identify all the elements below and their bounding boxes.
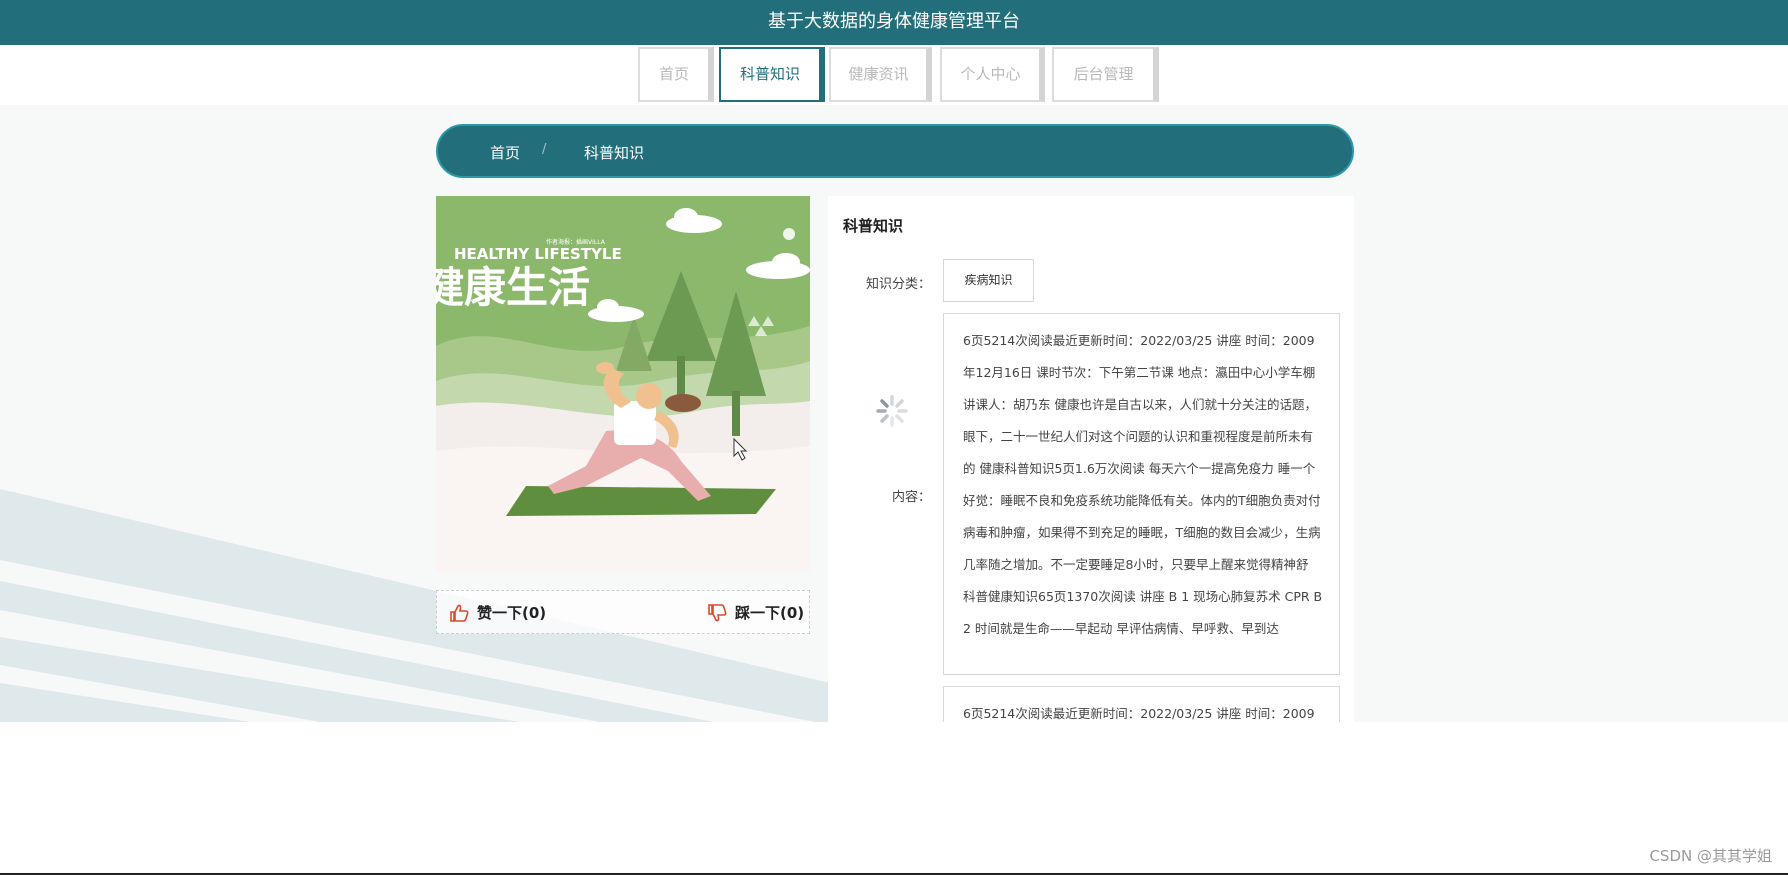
thumbs-down-icon: [708, 603, 727, 621]
content-label: 内容：: [892, 490, 932, 505]
knowledge-detail-panel: 科普知识 知识分类： 疾病知识 内容： 6页5214次阅读最近更新时间：2022…: [828, 196, 1354, 722]
knowledge-cover-image: HEALTHY LIFESTYLE 作者海报：插画VILLA 健康生活: [436, 196, 810, 571]
nav-item-personal-center[interactable]: 个人中心: [940, 47, 1045, 102]
nav-item-admin[interactable]: 后台管理: [1052, 47, 1159, 102]
dislike-label: 踩一下(0): [735, 604, 805, 622]
image-heading-cn: 健康生活: [436, 263, 590, 312]
thumbs-up-icon: [450, 604, 469, 622]
main-nav: 首页 科普知识 健康资讯 个人中心 后台管理: [0, 45, 1788, 105]
image-heading-en: HEALTHY LIFESTYLE: [454, 245, 622, 263]
nav-item-health-news[interactable]: 健康资讯: [829, 47, 932, 102]
watermark: CSDN @其其学姐: [1649, 847, 1772, 865]
healthy-lifestyle-illustration: HEALTHY LIFESTYLE 作者海报：插画VILLA 健康生活: [436, 196, 810, 571]
breadcrumb: 首页 / 科普知识: [436, 124, 1354, 178]
image-credit: 作者海报：插画VILLA: [546, 238, 606, 246]
breadcrumb-home[interactable]: 首页: [490, 142, 520, 163]
detail-title: 科普知识: [843, 217, 904, 235]
breadcrumb-current: 科普知识: [584, 144, 645, 162]
site-title-bar: 基于大数据的身体健康管理平台: [0, 0, 1788, 45]
vote-box: 赞一下(0) 踩一下(0): [436, 590, 810, 634]
loading-spinner-icon: [876, 395, 908, 427]
breadcrumb-separator: /: [542, 142, 547, 157]
like-label: 赞一下(0): [477, 604, 547, 622]
content-text: 6页5214次阅读最近更新时间：2022/03/25 讲座 时间：2009年12…: [943, 313, 1340, 675]
content-text-secondary: 6页5214次阅读最近更新时间：2022/03/25 讲座 时间：2009: [943, 686, 1340, 722]
nav-item-home[interactable]: 首页: [638, 47, 714, 102]
category-value: 疾病知识: [943, 259, 1034, 302]
like-button[interactable]: 赞一下(0): [449, 602, 546, 623]
dislike-button[interactable]: 踩一下(0): [707, 602, 804, 623]
category-label: 知识分类：: [866, 277, 932, 292]
site-title: 基于大数据的身体健康管理平台: [768, 11, 1020, 32]
nav-item-science-knowledge[interactable]: 科普知识: [719, 47, 825, 102]
